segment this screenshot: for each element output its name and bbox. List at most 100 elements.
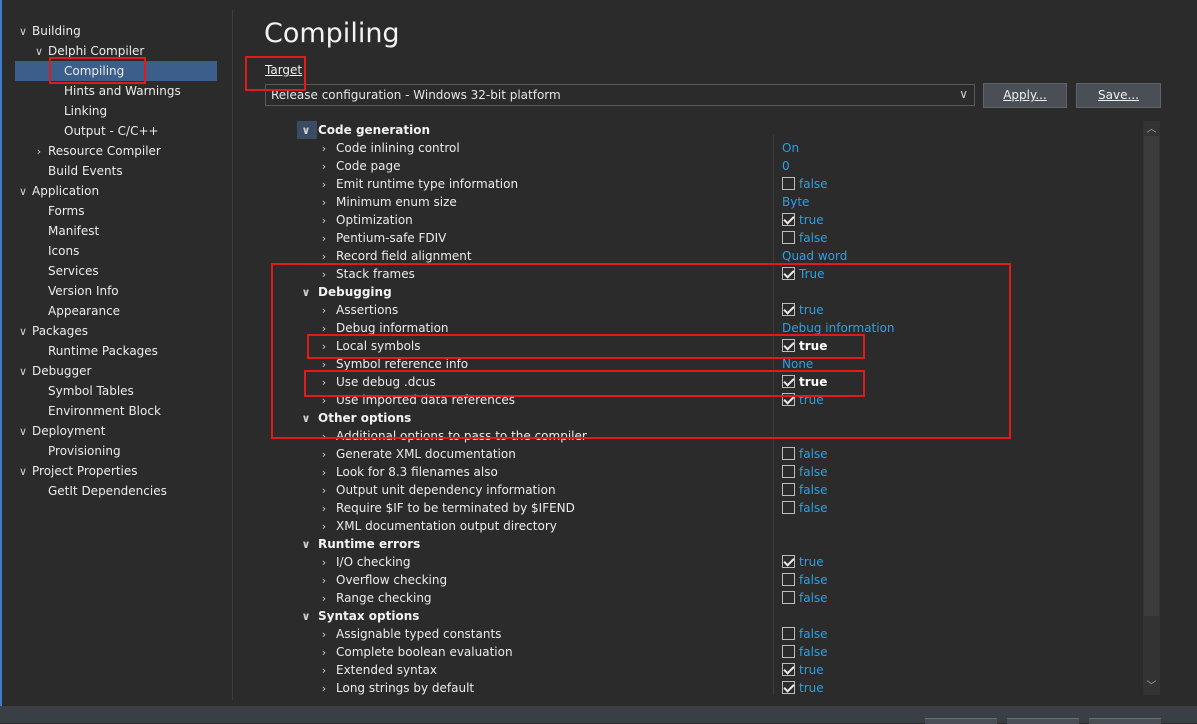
checkbox[interactable] bbox=[782, 501, 795, 514]
chevron-right-icon[interactable]: › bbox=[318, 194, 330, 212]
property-value[interactable]: false bbox=[782, 499, 828, 517]
chevron-down-icon[interactable]: ∨ bbox=[300, 608, 312, 626]
chevron-right-icon[interactable]: › bbox=[318, 176, 330, 194]
chevron-right-icon[interactable]: › bbox=[318, 338, 330, 356]
checkbox[interactable] bbox=[782, 339, 795, 352]
tree-item-getit-dependencies[interactable]: GetIt Dependencies bbox=[32, 481, 167, 501]
checkbox[interactable] bbox=[782, 303, 795, 316]
checkbox[interactable] bbox=[782, 645, 795, 658]
tree-item-services[interactable]: Services bbox=[32, 261, 99, 281]
chevron-right-icon[interactable]: › bbox=[318, 662, 330, 680]
property-row[interactable]: › Additional options to pass to the compi… bbox=[318, 427, 587, 445]
property-value[interactable]: true bbox=[782, 679, 824, 697]
checkbox[interactable] bbox=[782, 591, 795, 604]
chevron-down-icon[interactable]: ∨ bbox=[16, 462, 30, 482]
property-value[interactable]: True bbox=[782, 265, 825, 283]
property-value[interactable]: true bbox=[782, 337, 827, 355]
category-row[interactable]: ∨ Other options bbox=[300, 409, 412, 427]
property-row[interactable]: › Use imported data references bbox=[318, 391, 515, 409]
checkbox[interactable] bbox=[782, 177, 795, 190]
property-row[interactable]: › Debug information bbox=[318, 319, 449, 337]
checkbox[interactable] bbox=[782, 627, 795, 640]
chevron-right-icon[interactable]: › bbox=[318, 644, 330, 662]
property-value[interactable]: Quad word bbox=[782, 247, 847, 265]
property-row[interactable]: › Stack frames bbox=[318, 265, 415, 283]
chevron-right-icon[interactable]: › bbox=[318, 680, 330, 698]
checkbox[interactable] bbox=[782, 465, 795, 478]
tree-item-deployment[interactable]: ∨ Deployment bbox=[16, 421, 105, 441]
property-row[interactable]: › Code page bbox=[318, 157, 401, 175]
splitter[interactable] bbox=[232, 10, 233, 700]
tree-item-manifest[interactable]: Manifest bbox=[32, 221, 99, 241]
property-value[interactable]: false bbox=[782, 589, 828, 607]
property-row[interactable]: › Output unit dependency information bbox=[318, 481, 556, 499]
chevron-right-icon[interactable]: › bbox=[318, 248, 330, 266]
property-value[interactable]: 0 bbox=[782, 157, 790, 175]
property-row[interactable]: › Extended syntax bbox=[318, 661, 437, 679]
tree-item-build-events[interactable]: Build Events bbox=[32, 161, 123, 181]
checkbox[interactable] bbox=[782, 375, 795, 388]
property-value[interactable]: false bbox=[782, 445, 828, 463]
property-value[interactable]: true bbox=[782, 661, 824, 679]
chevron-right-icon[interactable]: › bbox=[318, 212, 330, 230]
property-row[interactable]: › Range checking bbox=[318, 589, 432, 607]
chevron-down-icon[interactable]: ∨ bbox=[16, 22, 30, 42]
property-value[interactable]: true bbox=[782, 373, 827, 391]
tree-item-project-properties[interactable]: ∨ Project Properties bbox=[16, 461, 138, 481]
category-row[interactable]: ∨ Debugging bbox=[300, 283, 392, 301]
property-row[interactable]: › Local symbols bbox=[318, 337, 421, 355]
property-row[interactable]: › Use debug .dcus bbox=[318, 373, 436, 391]
chevron-right-icon[interactable]: › bbox=[318, 140, 330, 158]
property-value[interactable]: false bbox=[782, 463, 828, 481]
property-row[interactable]: › Optimization bbox=[318, 211, 413, 229]
checkbox[interactable] bbox=[782, 483, 795, 496]
chevron-down-icon[interactable]: ∨ bbox=[300, 122, 312, 140]
tree-item-application[interactable]: ∨ Application bbox=[16, 181, 99, 201]
property-value[interactable]: Byte bbox=[782, 193, 809, 211]
tree-item-linking[interactable]: Linking bbox=[48, 101, 107, 121]
tree-item-building[interactable]: ∨ Building bbox=[16, 21, 81, 41]
property-row[interactable]: › I/O checking bbox=[318, 553, 411, 571]
property-row[interactable]: › Long strings by default bbox=[318, 679, 474, 697]
property-row[interactable]: › Look for 8.3 filenames also bbox=[318, 463, 498, 481]
property-row[interactable]: › Record field alignment bbox=[318, 247, 472, 265]
chevron-right-icon[interactable]: › bbox=[318, 464, 330, 482]
chevron-down-icon[interactable]: ∨ bbox=[16, 182, 30, 202]
property-value[interactable]: false bbox=[782, 643, 828, 661]
tree-item-appearance[interactable]: Appearance bbox=[32, 301, 120, 321]
chevron-right-icon[interactable]: › bbox=[318, 428, 330, 446]
tree-item-symbol-tables[interactable]: Symbol Tables bbox=[32, 381, 134, 401]
property-row[interactable]: › Pentium-safe FDIV bbox=[318, 229, 447, 247]
property-row[interactable]: › Minimum enum size bbox=[318, 193, 457, 211]
chevron-right-icon[interactable]: › bbox=[318, 626, 330, 644]
property-value[interactable]: true bbox=[782, 211, 824, 229]
tree-item-delphi-compiler[interactable]: ∨ Delphi Compiler bbox=[32, 41, 144, 61]
checkbox[interactable] bbox=[782, 681, 795, 694]
property-value[interactable]: false bbox=[782, 625, 828, 643]
property-value[interactable]: None bbox=[782, 355, 813, 373]
tree-item-output-c-c[interactable]: Output - C/C++ bbox=[48, 121, 159, 141]
chevron-down-icon[interactable]: ∨ bbox=[32, 42, 46, 62]
apply-button[interactable]: Apply... bbox=[983, 83, 1067, 108]
property-value[interactable]: false bbox=[782, 481, 828, 499]
property-row[interactable]: › Overflow checking bbox=[318, 571, 447, 589]
chevron-down-icon[interactable]: ∨ bbox=[16, 422, 30, 442]
property-row[interactable]: › Complete boolean evaluation bbox=[318, 643, 513, 661]
tree-item-packages[interactable]: ∨ Packages bbox=[16, 321, 88, 341]
property-value[interactable]: On bbox=[782, 139, 799, 157]
checkbox[interactable] bbox=[782, 393, 795, 406]
property-row[interactable]: › Emit runtime type information bbox=[318, 175, 518, 193]
chevron-right-icon[interactable]: › bbox=[318, 554, 330, 572]
tree-item-runtime-packages[interactable]: Runtime Packages bbox=[32, 341, 158, 361]
property-row[interactable]: › Require $IF to be terminated by $IFEND bbox=[318, 499, 575, 517]
property-row[interactable]: › XML documentation output directory bbox=[318, 517, 557, 535]
category-row[interactable]: ∨ Syntax options bbox=[300, 607, 420, 626]
checkbox[interactable] bbox=[782, 447, 795, 460]
checkbox[interactable] bbox=[782, 555, 795, 568]
tree-item-provisioning[interactable]: Provisioning bbox=[32, 441, 121, 461]
tree-item-debugger[interactable]: ∨ Debugger bbox=[16, 361, 91, 381]
chevron-right-icon[interactable]: › bbox=[318, 500, 330, 518]
checkbox[interactable] bbox=[782, 573, 795, 586]
help-button[interactable] bbox=[1089, 718, 1161, 724]
chevron-right-icon[interactable]: › bbox=[318, 446, 330, 464]
